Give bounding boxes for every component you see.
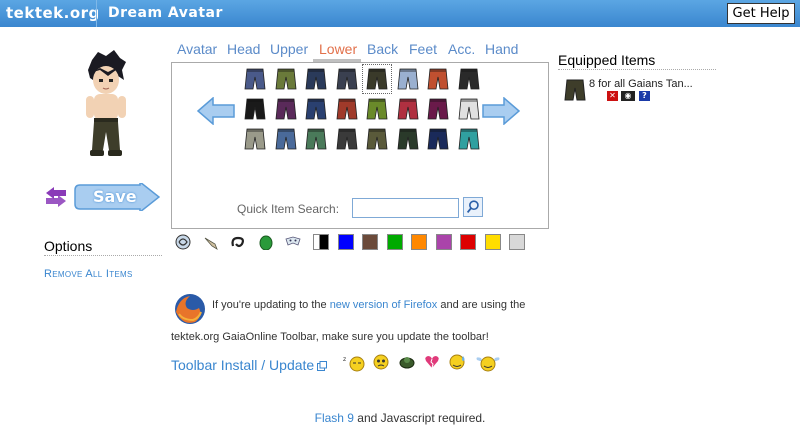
item-thumb[interactable]	[303, 66, 329, 92]
item-thumb[interactable]	[364, 126, 390, 152]
item-thumb[interactable]	[303, 126, 329, 152]
item-thumb[interactable]	[242, 126, 268, 152]
footer-note: Flash 9 and Javascript required.	[0, 411, 800, 425]
get-help-button[interactable]: Get Help	[727, 3, 795, 24]
options-title: Options	[44, 238, 93, 254]
equipped-item-name[interactable]: 8 for all Gaians Tan...	[589, 78, 693, 90]
avatar-preview	[86, 50, 126, 156]
item-thumb[interactable]	[273, 66, 299, 92]
firefox-notice-line2: tektek.org GaiaOnline Toolbar, make sure…	[171, 331, 489, 343]
remove-icon[interactable]: ✕	[607, 91, 618, 101]
green-egg-icon[interactable]	[258, 234, 274, 250]
item-thumb[interactable]	[395, 66, 421, 92]
item-thumb[interactable]	[334, 66, 360, 92]
app-title: Dream Avatar	[108, 5, 223, 21]
color-swatch[interactable]	[509, 234, 525, 250]
equipped-item-thumb[interactable]	[563, 78, 587, 102]
knot-icon[interactable]	[230, 234, 246, 250]
tab-back[interactable]: Back	[367, 41, 398, 57]
item-thumb[interactable]	[425, 66, 451, 92]
item-thumb[interactable]	[273, 96, 299, 122]
color-swatch[interactable]	[362, 234, 378, 250]
item-thumb[interactable]	[425, 96, 451, 122]
item-thumb[interactable]	[242, 96, 268, 122]
footer-text: and Javascript required.	[353, 411, 486, 425]
quick-search-label: Quick Item Search:	[237, 202, 340, 216]
help-icon[interactable]: ?	[639, 91, 650, 101]
equipped-items-title: Equipped Items	[558, 52, 656, 68]
remove-all-items-link[interactable]: Remove All Items	[44, 268, 133, 280]
item-thumb[interactable]	[456, 66, 482, 92]
arrow-right-icon[interactable]	[482, 97, 520, 125]
angel-face-icon	[476, 356, 500, 372]
color-swatch[interactable]	[460, 234, 476, 250]
mask-icon[interactable]	[285, 234, 301, 250]
tab-upper[interactable]: Upper	[270, 41, 308, 57]
toolbar-install-link[interactable]: Toolbar Install / Update	[171, 357, 314, 373]
sweat-face-icon	[449, 354, 465, 370]
item-thumb[interactable]	[273, 126, 299, 152]
item-thumb[interactable]	[362, 64, 392, 94]
worried-face-icon	[373, 354, 389, 370]
brand-logo[interactable]: tektek.org	[6, 4, 100, 22]
tab-lower[interactable]: Lower	[319, 41, 357, 57]
firefox-logo-icon	[175, 294, 205, 324]
item-thumb[interactable]	[425, 126, 451, 152]
equipped-divider	[558, 69, 716, 70]
flash-link[interactable]: Flash 9	[315, 411, 354, 425]
item-thumb[interactable]	[242, 66, 268, 92]
external-link-icon[interactable]	[317, 361, 327, 371]
item-thumb[interactable]	[303, 96, 329, 122]
save-area: Save	[44, 183, 160, 211]
header-divider	[96, 0, 97, 27]
turtle-icon	[399, 357, 415, 369]
item-thumb[interactable]	[395, 96, 421, 122]
color-swatch[interactable]	[435, 234, 452, 250]
item-thumb[interactable]	[395, 126, 421, 152]
color-swatch[interactable]	[337, 234, 354, 250]
view-icon[interactable]: ◉	[621, 91, 635, 101]
item-thumb[interactable]	[334, 126, 360, 152]
swap-arrows-icon[interactable]	[44, 186, 68, 208]
item-thumb[interactable]	[364, 96, 390, 122]
item-thumb[interactable]	[456, 126, 482, 152]
tab-avatar[interactable]: Avatar	[177, 41, 217, 57]
notice-text-before: If you're updating to the	[212, 299, 330, 311]
color-swatch[interactable]	[484, 234, 501, 250]
quick-search-input[interactable]	[352, 198, 459, 218]
options-divider	[44, 255, 162, 256]
tab-head[interactable]: Head	[227, 41, 260, 57]
color-swatch[interactable]	[386, 234, 403, 250]
tab-hand[interactable]: Hand	[485, 41, 518, 57]
notice-text-after: and are using the	[437, 299, 526, 311]
top-bar: tektek.org Dream Avatar Get Help	[0, 0, 800, 27]
wing-icon[interactable]	[203, 234, 219, 250]
color-swatch[interactable]	[411, 234, 427, 250]
new-firefox-link[interactable]: new version of Firefox	[330, 299, 438, 311]
color-swatch[interactable]	[313, 234, 329, 250]
tab-acc[interactable]: Acc.	[448, 41, 475, 57]
item-thumb[interactable]	[456, 96, 482, 122]
svg-text:z: z	[343, 356, 346, 363]
save-label[interactable]: Save	[93, 187, 137, 206]
item-thumb[interactable]	[334, 96, 360, 122]
broken-heart-icon	[425, 356, 439, 369]
tab-feet[interactable]: Feet	[409, 41, 437, 57]
sleepy-face-icon: z	[343, 356, 365, 372]
spiral-sphere-icon[interactable]	[175, 234, 191, 250]
firefox-notice-line1: If you're updating to the new version of…	[212, 299, 525, 311]
arrow-left-icon[interactable]	[197, 97, 235, 125]
magnifier-icon[interactable]	[463, 197, 483, 217]
